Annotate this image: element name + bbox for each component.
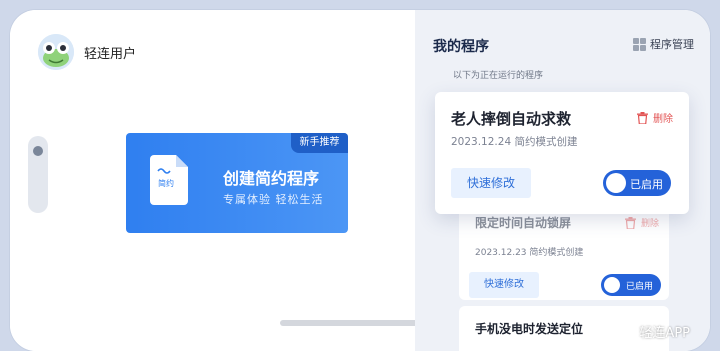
delete-label: 删除	[653, 114, 673, 125]
new-user-badge: 新手推荐	[291, 133, 348, 153]
doc-label: 简约	[158, 178, 174, 188]
delete-label: 删除	[640, 219, 659, 229]
user-avatar[interactable]	[38, 34, 74, 70]
program-date: 2023.12.23 简约模式创建	[475, 248, 584, 258]
document-icon: 简约	[150, 155, 188, 205]
wechat-watermark: 轻连APP	[617, 322, 690, 341]
delete-button[interactable]: 删除	[624, 216, 659, 229]
grid-icon	[633, 37, 646, 51]
panel-title: 我的程序	[433, 39, 489, 55]
program-date: 2023.12.24 简约模式创建	[451, 136, 578, 148]
quick-edit-button[interactable]: 快速修改	[451, 168, 531, 198]
trash-icon	[624, 216, 636, 229]
trash-icon	[637, 111, 648, 124]
delete-button[interactable]: 删除	[637, 110, 673, 125]
quick-edit-button[interactable]: 快速修改	[469, 272, 539, 298]
promo-subtitle: 专属体验 轻松生活	[223, 193, 324, 206]
program-name: 老人摔倒自动求救	[451, 110, 572, 128]
program-card[interactable]: 限定时间自动锁屏 删除 2023.12.23 简约模式创建 快速修改 已启用	[459, 202, 669, 300]
device-frame: 轻连用户 新手推荐 简约 创建简约程序 专属体验 轻松生活 我的程序 程序管理 …	[10, 10, 710, 351]
watermark-text: 轻连APP	[639, 326, 690, 341]
running-hint: 以下为正在运行的程序	[453, 71, 544, 81]
program-card[interactable]: 老人摔倒自动求救 删除 2023.12.24 简约模式创建 快速修改 已启用	[435, 92, 689, 214]
program-name: 限定时间自动锁屏	[475, 216, 572, 230]
toggle-knob	[604, 277, 620, 293]
wechat-icon	[617, 324, 636, 339]
program-name: 手机没电时发送定位	[475, 322, 584, 336]
left-pane: 轻连用户 新手推荐 简约 创建简约程序 专属体验 轻松生活	[10, 10, 443, 351]
enable-toggle[interactable]: 已启用	[603, 170, 671, 196]
program-manage-label: 程序管理	[650, 38, 694, 51]
program-manage-button[interactable]: 程序管理	[633, 36, 694, 52]
enable-toggle[interactable]: 已启用	[601, 274, 661, 296]
my-programs-panel: 我的程序 程序管理 以下为正在运行的程序 老人摔倒自动求救 删除 2023.12…	[415, 10, 710, 351]
side-drag-handle[interactable]	[28, 136, 48, 213]
toggle-status: 已启用	[630, 178, 663, 191]
create-simple-program-card[interactable]: 新手推荐 简约 创建简约程序 专属体验 轻松生活	[126, 133, 348, 233]
handle-knob	[33, 146, 43, 156]
toggle-knob	[606, 173, 626, 193]
frog-avatar-icon	[38, 34, 74, 70]
promo-title: 创建简约程序	[223, 169, 320, 188]
toggle-status: 已启用	[625, 282, 653, 292]
username: 轻连用户	[84, 47, 137, 62]
